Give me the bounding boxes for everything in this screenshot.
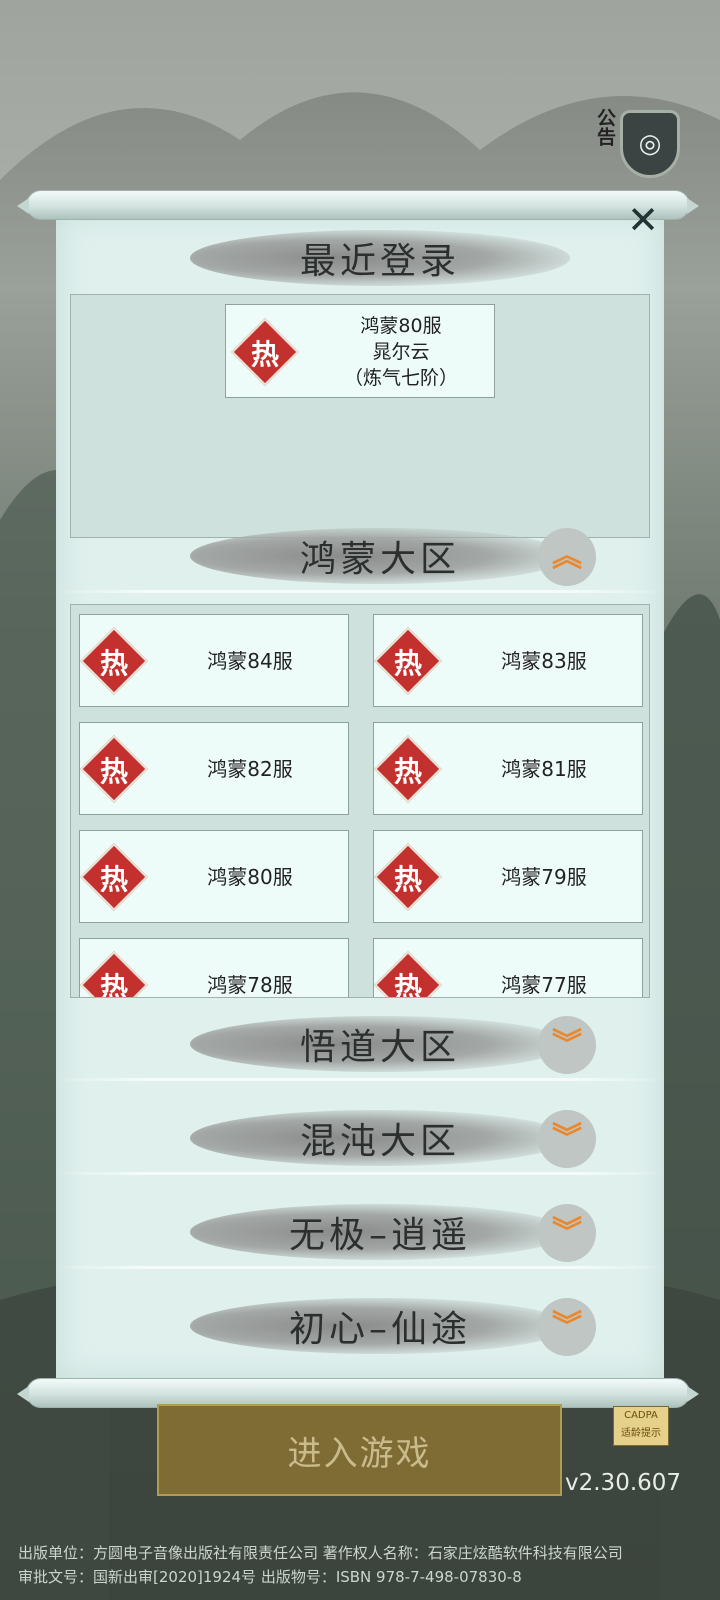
server-item[interactable]: 热 鸿蒙82服 <box>79 722 349 815</box>
chevron-down-icon[interactable]: ︾ <box>538 1110 596 1168</box>
region-header-chuxin[interactable]: 初心–仙途 <box>190 1298 570 1354</box>
hot-badge-icon: 热 <box>374 735 442 803</box>
version-label: v2.30.607 <box>565 1470 682 1496</box>
chevron-down-icon[interactable]: ︾ <box>538 1204 596 1262</box>
server-item[interactable]: 热 鸿蒙83服 <box>373 614 643 707</box>
recent-character-name: 晁尔云 <box>372 341 430 363</box>
server-name: 鸿蒙82服 <box>207 757 293 781</box>
server-name: 鸿蒙79服 <box>501 865 587 889</box>
server-item[interactable]: 热 鸿蒙81服 <box>373 722 643 815</box>
server-name: 鸿蒙83服 <box>501 649 587 673</box>
server-item[interactable]: 热 鸿蒙77服 <box>373 938 643 997</box>
server-item[interactable]: 热 鸿蒙84服 <box>79 614 349 707</box>
notice-emblem-icon[interactable]: ◎ <box>620 110 680 178</box>
server-item[interactable]: 热 鸿蒙79服 <box>373 830 643 923</box>
server-name: 鸿蒙84服 <box>207 649 293 673</box>
server-item[interactable]: 热 鸿蒙80服 <box>79 830 349 923</box>
divider <box>56 1266 664 1269</box>
server-name: 鸿蒙80服 <box>207 865 293 889</box>
hot-badge-icon: 热 <box>231 318 299 386</box>
server-name: 鸿蒙78服 <box>207 973 293 997</box>
hot-badge-icon: 热 <box>80 951 148 997</box>
server-list-panel: 热 鸿蒙84服 热 鸿蒙83服 热 鸿蒙82服 热 鸿蒙81服 热 鸿蒙80服 … <box>70 604 650 998</box>
hot-badge-icon: 热 <box>80 843 148 911</box>
hot-badge-icon: 热 <box>80 627 148 695</box>
hot-badge-icon: 热 <box>374 843 442 911</box>
divider <box>56 590 664 593</box>
close-icon[interactable]: ✕ <box>623 200 663 240</box>
age-rating-top: CADPA <box>624 1410 658 1421</box>
region-header-wudao[interactable]: 悟道大区 <box>190 1016 570 1072</box>
recent-server-name: 鸿蒙80服 <box>360 315 442 337</box>
chevron-up-icon[interactable]: ︽ <box>538 528 596 586</box>
server-name: 鸿蒙77服 <box>501 973 587 997</box>
divider <box>56 1078 664 1081</box>
approval-info: 审批文号：国新出审[2020]1924号 出版物号：ISBN 978-7-498… <box>18 1568 522 1586</box>
hot-badge-icon: 热 <box>374 627 442 695</box>
chevron-down-icon[interactable]: ︾ <box>538 1016 596 1074</box>
region-header-wuji[interactable]: 无极–逍遥 <box>190 1204 570 1260</box>
recent-login-title: 最近登录 <box>190 230 570 286</box>
hot-badge-icon: 热 <box>80 735 148 803</box>
publisher-info: 出版单位：方圆电子音像出版社有限责任公司 著作权人名称：石家庄炫酷软件科技有限公… <box>18 1544 623 1562</box>
scroll-rod-top <box>17 190 699 220</box>
recent-server-card[interactable]: 热 鸿蒙80服 晁尔云 （炼气七阶） <box>225 304 495 398</box>
region-header-hundun[interactable]: 混沌大区 <box>190 1110 570 1166</box>
server-item[interactable]: 热 鸿蒙78服 <box>79 938 349 997</box>
server-name: 鸿蒙81服 <box>501 757 587 781</box>
hot-badge-icon: 热 <box>374 951 442 997</box>
age-rating-badge[interactable]: CADPA 适龄提示 <box>613 1406 669 1446</box>
age-rating-bottom: 适龄提示 <box>621 1428 661 1439</box>
chevron-down-icon[interactable]: ︾ <box>538 1298 596 1356</box>
region-header-hongmeng[interactable]: 鸿蒙大区 <box>190 528 570 584</box>
enter-game-button[interactable]: 进入游戏 <box>157 1404 562 1496</box>
notice-button[interactable]: 公告 <box>582 92 618 162</box>
divider <box>56 1172 664 1175</box>
recent-character-realm: （炼气七阶） <box>343 367 458 389</box>
